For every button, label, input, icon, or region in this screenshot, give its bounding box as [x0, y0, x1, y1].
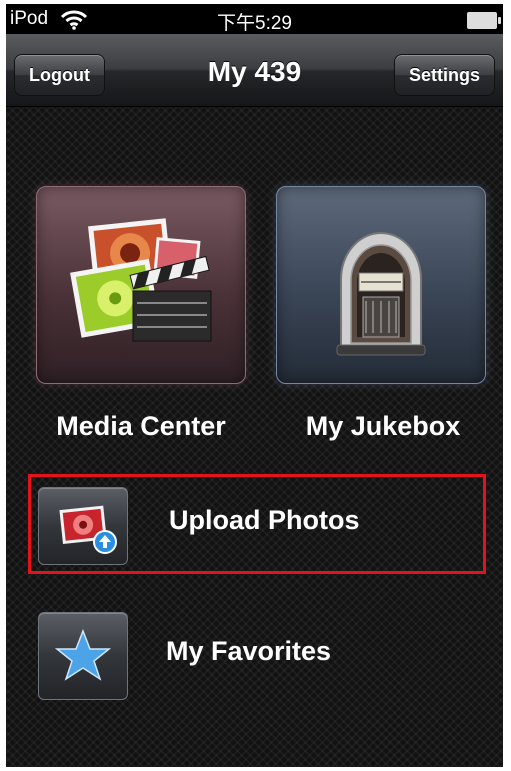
status-bar: iPod 下午5:29: [6, 4, 503, 34]
jukebox-tile[interactable]: [276, 186, 486, 384]
star-icon: [54, 628, 112, 681]
upload-photos-row[interactable]: Upload Photos: [28, 474, 486, 574]
jukebox-label: My Jukebox: [305, 411, 461, 441]
my-favorites-row[interactable]: My Favorites: [28, 602, 486, 702]
navigation-bar: Logout My 439 Settings: [6, 34, 503, 107]
media-center-tile[interactable]: [36, 186, 246, 384]
upload-photo-button[interactable]: [38, 487, 128, 565]
battery-icon: [467, 12, 501, 29]
upload-photo-icon: [59, 505, 117, 554]
status-time: 下午5:29: [217, 13, 292, 34]
main-content: Media Center My Jukebox Upload Photos My…: [6, 107, 503, 767]
upload-photos-label: Upload Photos: [169, 505, 360, 535]
media-center-label: Media Center: [56, 411, 226, 441]
favorites-button[interactable]: [38, 612, 128, 700]
jukebox-icon: [336, 232, 426, 356]
media-center-icon: [70, 218, 212, 342]
my-favorites-label: My Favorites: [166, 636, 332, 666]
device-screen: iPod 下午5:29 Logout My 439 Settings Media…: [6, 4, 503, 767]
settings-button[interactable]: Settings: [393, 54, 495, 96]
